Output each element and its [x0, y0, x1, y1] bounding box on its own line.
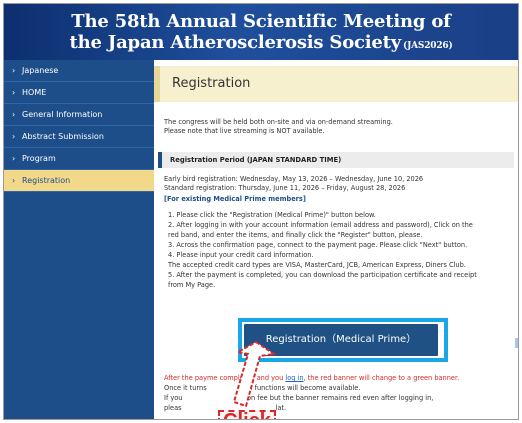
chevron-right-icon: ›: [12, 88, 16, 97]
early-bird-period: Early bird registration: Wednesday, May …: [164, 175, 424, 183]
step-item: The accepted credit card types are VISA,…: [168, 261, 466, 269]
sidebar-item-label: HOME: [22, 88, 47, 97]
standard-period: Standard registration: Thursday, June 11…: [164, 184, 406, 192]
intro-text-1: The congress will be held both on-site a…: [164, 118, 393, 126]
after-payment-line-3: If you ation fee but the banner remains r…: [164, 394, 514, 403]
sidebar-item-home[interactable]: › HOME: [4, 82, 154, 104]
after-payment-line-1: After the payme completed and you log in…: [164, 374, 514, 383]
site-title-line1: The 58th Annual Scientific Meeting of: [71, 11, 451, 32]
page-title: Registration: [154, 66, 518, 102]
site-header: The 58th Annual Scientific Meeting of th…: [4, 4, 518, 60]
registration-period-heading: Registration Period (JAPAN STANDARD TIME…: [158, 152, 514, 168]
step-item: 2. After logging in with your account in…: [168, 221, 473, 229]
step-item: 1. Please click the "Registration (Medic…: [168, 211, 376, 219]
main-content: Registration The congress will be held b…: [154, 60, 518, 419]
after-payment-text: pleas: [164, 404, 182, 412]
chevron-right-icon: ›: [12, 66, 16, 75]
step-item: 5. After the payment is completed, you c…: [168, 271, 477, 279]
scroll-nub: [515, 338, 518, 348]
after-payment-line-2: Once it turns, all functions will become…: [164, 384, 514, 393]
after-payment-line-4: pleas lat.: [164, 404, 514, 413]
site-abbr: (JAS2026): [403, 41, 453, 51]
browser-frame: The 58th Annual Scientific Meeting of th…: [3, 3, 519, 420]
existing-members-heading: [For existing Medical Prime members]: [164, 195, 306, 203]
sidebar-item-abstract-submission[interactable]: › Abstract Submission: [4, 126, 154, 148]
sidebar-nav: › Japanese › HOME › General Information › Ab…: [4, 60, 154, 419]
step-item: 4. Please input your credit card informa…: [168, 251, 314, 259]
after-payment-text: , the red banner will change to a green …: [303, 374, 460, 382]
click-callout-label: Click: [220, 410, 274, 419]
sidebar-item-label: General Information: [22, 110, 103, 119]
chevron-right-icon: ›: [12, 110, 16, 119]
site-title-text: the Japan Atherosclerosis Society: [69, 32, 402, 53]
callout-arrow-icon: [232, 340, 277, 408]
after-payment-text: After the payme: [164, 374, 218, 382]
after-payment-text: If you: [164, 394, 183, 402]
chevron-right-icon: ›: [12, 154, 16, 163]
sidebar-item-label: Abstract Submission: [22, 132, 104, 141]
sidebar-item-registration[interactable]: › Registration: [4, 170, 154, 192]
site-title-line2: the Japan Atherosclerosis Society (JAS202…: [4, 32, 518, 53]
step-item: from My Page.: [168, 281, 216, 289]
sidebar-item-japanese[interactable]: › Japanese: [4, 60, 154, 82]
chevron-right-icon: ›: [12, 132, 16, 141]
login-link[interactable]: log in: [285, 374, 303, 382]
step-item: red band, and enter the items, and final…: [168, 231, 423, 239]
sidebar-item-general-information[interactable]: › General Information: [4, 104, 154, 126]
step-item: 3. Across the confirmation page, connect…: [168, 241, 468, 249]
chevron-right-icon: ›: [12, 176, 16, 185]
sidebar-item-label: Program: [22, 154, 56, 163]
sidebar-item-program[interactable]: › Program: [4, 148, 154, 170]
sidebar-item-label: Japanese: [22, 66, 59, 75]
click-callout: Click: [218, 410, 276, 419]
sidebar-item-label: Registration: [22, 176, 71, 185]
after-payment-text: Once it turns: [164, 384, 207, 392]
intro-text-2: Please note that live streaming is NOT a…: [164, 127, 325, 135]
